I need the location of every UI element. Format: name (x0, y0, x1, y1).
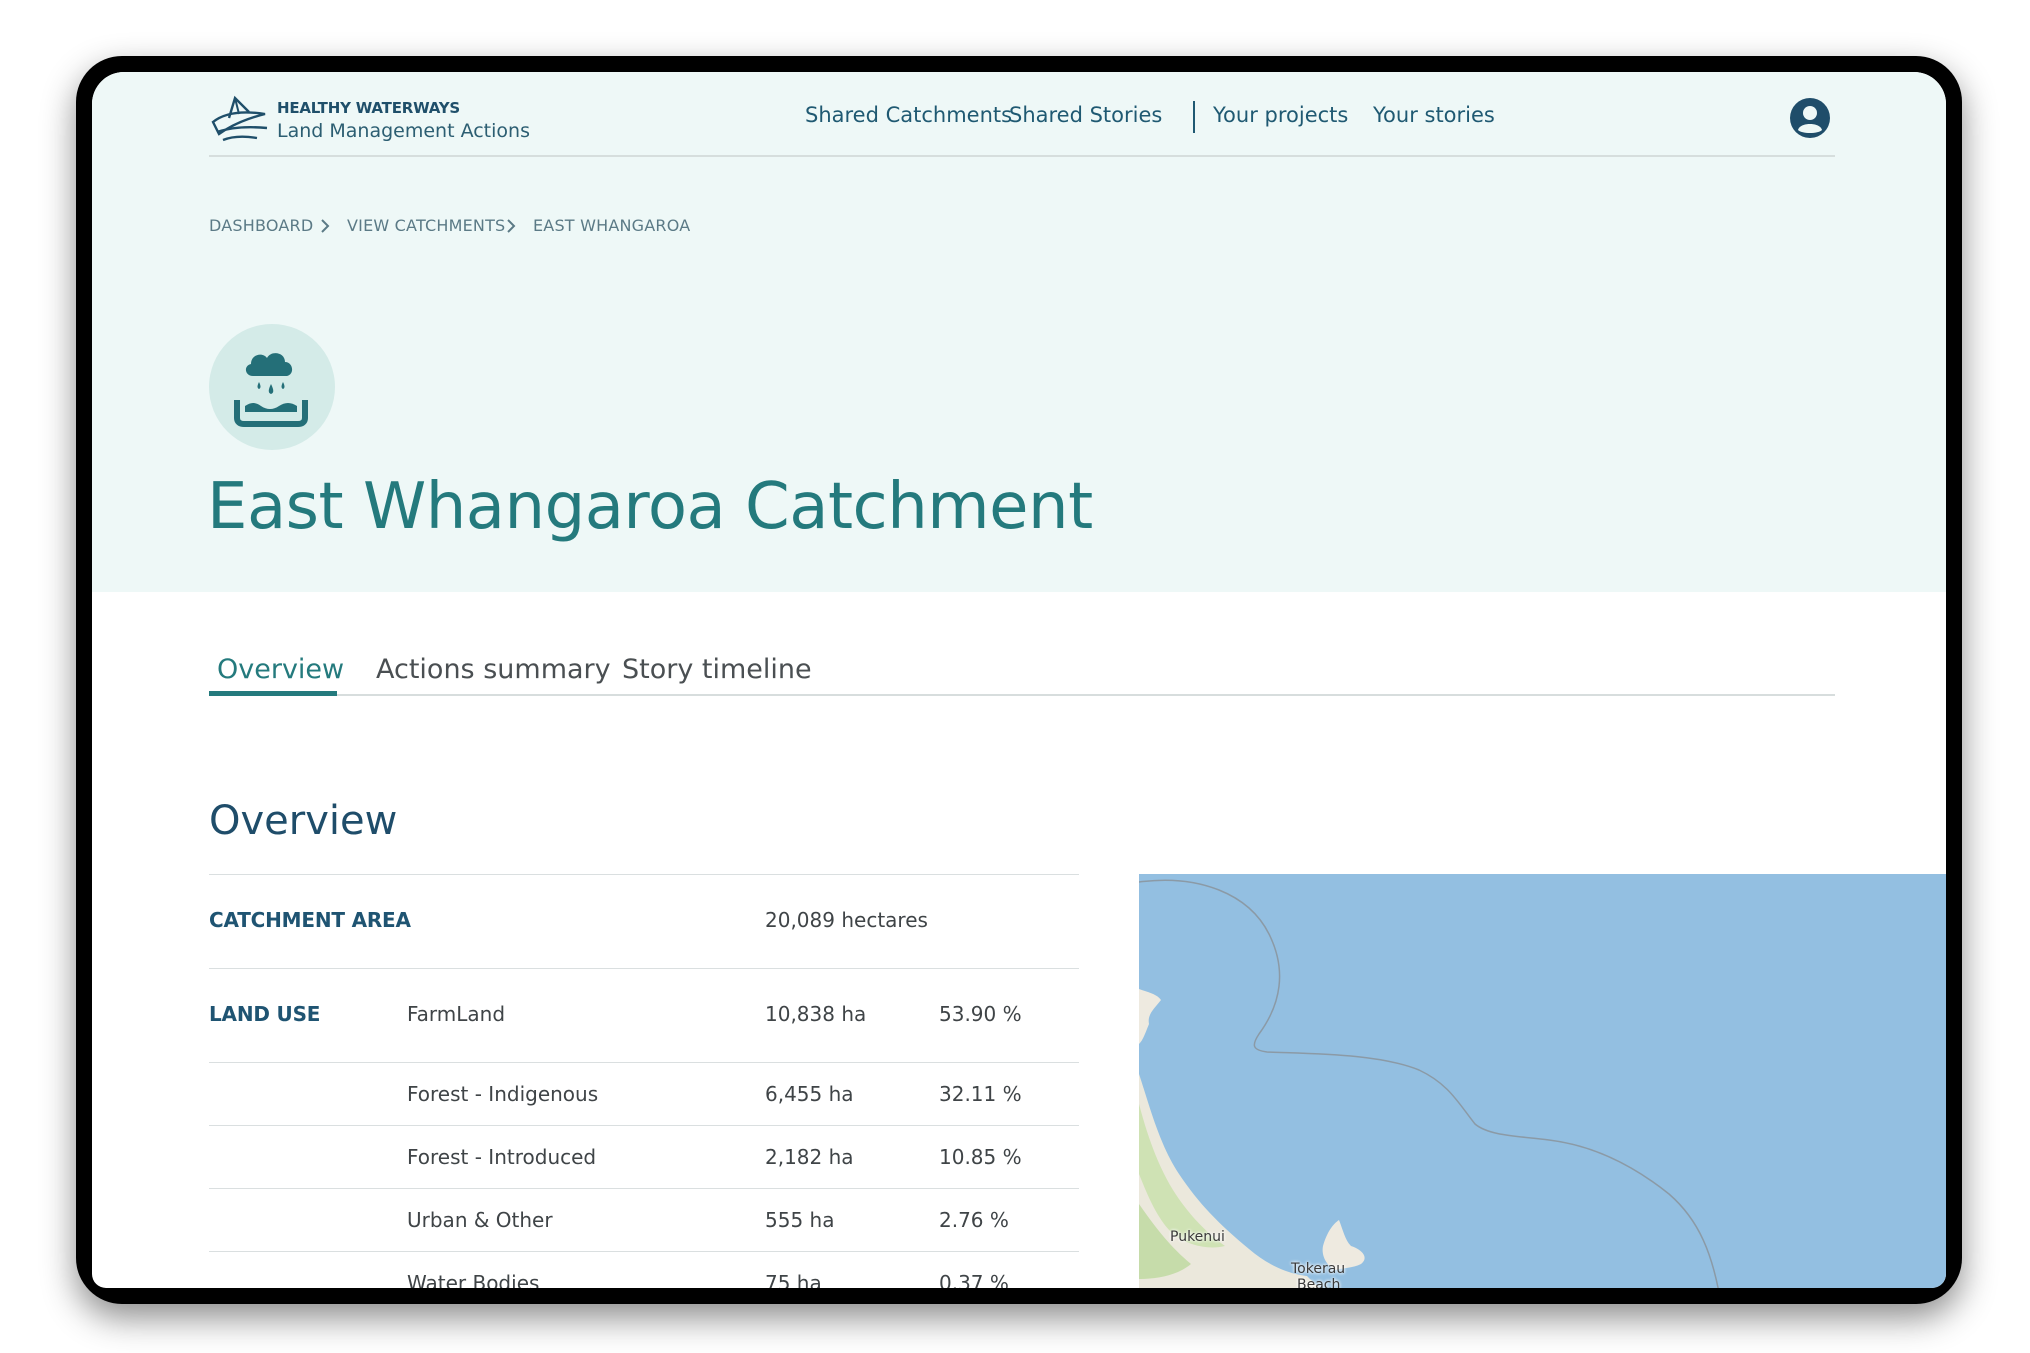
land-use-area: 10,838 ha (765, 1002, 867, 1026)
table-row: Forest - Introduced 2,182 ha 10.85 % (209, 1125, 1079, 1188)
hero-section: HEALTHY WATERWAYS Land Management Action… (92, 72, 1946, 592)
land-use-category: Forest - Introduced (407, 1145, 597, 1169)
rain-basin-icon (234, 353, 308, 427)
table-row: Forest - Indigenous 6,455 ha 32.11 % (209, 1062, 1079, 1125)
nav-shared-stories[interactable]: Shared Stories (1009, 103, 1162, 127)
tab-bar: Overview Actions summary Story timeline (209, 642, 1835, 696)
land-use-category: FarmLand (407, 1002, 506, 1026)
land-use-area: 555 ha (765, 1208, 835, 1232)
land-use-percent: 2.76 % (939, 1208, 1009, 1232)
land-use-area: 6,455 ha (765, 1082, 854, 1106)
land-use-category: Forest - Indigenous (407, 1082, 599, 1106)
logo-subtitle: Land Management Actions (277, 120, 530, 142)
breadcrumb-dashboard[interactable]: DASHBOARD (209, 216, 313, 235)
nav-your-projects[interactable]: Your projects (1213, 103, 1348, 127)
catchment-area-label: CATCHMENT AREA (209, 908, 411, 932)
catchment-area-value: 20,089 hectares (765, 908, 928, 932)
land-use-percent: 32.11 % (939, 1082, 1022, 1106)
map-label-pukenui: Pukenui (1170, 1229, 1225, 1245)
land-use-label: LAND USE (209, 1002, 321, 1026)
land-use-area: 2,182 ha (765, 1145, 854, 1169)
land-use-percent: 10.85 % (939, 1145, 1022, 1169)
tab-story-timeline[interactable]: Story timeline (622, 654, 812, 685)
land-use-area: 75 ha (765, 1271, 822, 1288)
table-row: Water Bodies 75 ha 0.37 % (209, 1251, 1079, 1288)
overview-heading: Overview (209, 798, 398, 844)
top-navigation: HEALTHY WATERWAYS Land Management Action… (209, 72, 1835, 157)
catchment-map[interactable]: Pukenui Tokerau Beach (1139, 874, 1946, 1288)
table-row: Urban & Other 555 ha 2.76 % (209, 1188, 1079, 1251)
map-land-water-graphic (1139, 879, 1719, 1288)
tab-actions-summary[interactable]: Actions summary (376, 654, 611, 685)
table-row: LAND USE FarmLand 10,838 ha 53.90 % (209, 968, 1079, 1062)
breadcrumb-view-catchments[interactable]: VIEW CATCHMENTS (347, 216, 505, 235)
map-label-beach: Beach (1297, 1277, 1341, 1288)
site-logo[interactable]: HEALTHY WATERWAYS Land Management Action… (209, 90, 530, 150)
device-frame: HEALTHY WATERWAYS Land Management Action… (76, 56, 1962, 1304)
land-use-category: Water Bodies (407, 1271, 540, 1288)
user-account-icon[interactable] (1789, 97, 1831, 139)
logo-title: HEALTHY WATERWAYS (277, 99, 461, 117)
nav-divider (1193, 101, 1195, 133)
land-use-category: Urban & Other (407, 1208, 553, 1232)
chevron-right-icon (507, 219, 516, 233)
chevron-right-icon (321, 219, 330, 233)
active-tab-indicator (209, 691, 337, 696)
map-label-tokerau: Tokerau (1291, 1261, 1346, 1277)
boat-wave-logo-icon (211, 95, 268, 142)
app-screen: HEALTHY WATERWAYS Land Management Action… (92, 72, 1946, 1288)
catchment-badge (209, 324, 335, 450)
catchment-area-row: CATCHMENT AREA 20,089 hectares (209, 874, 1079, 968)
nav-shared-catchments[interactable]: Shared Catchments (805, 103, 1012, 127)
land-use-percent: 53.90 % (939, 1002, 1022, 1026)
tab-overview[interactable]: Overview (217, 654, 344, 685)
breadcrumb-current: EAST WHANGAROA (533, 216, 691, 235)
nav-your-stories[interactable]: Your stories (1373, 103, 1495, 127)
land-use-percent: 0.37 % (939, 1271, 1009, 1288)
page-title: East Whangaroa Catchment (207, 470, 1093, 544)
